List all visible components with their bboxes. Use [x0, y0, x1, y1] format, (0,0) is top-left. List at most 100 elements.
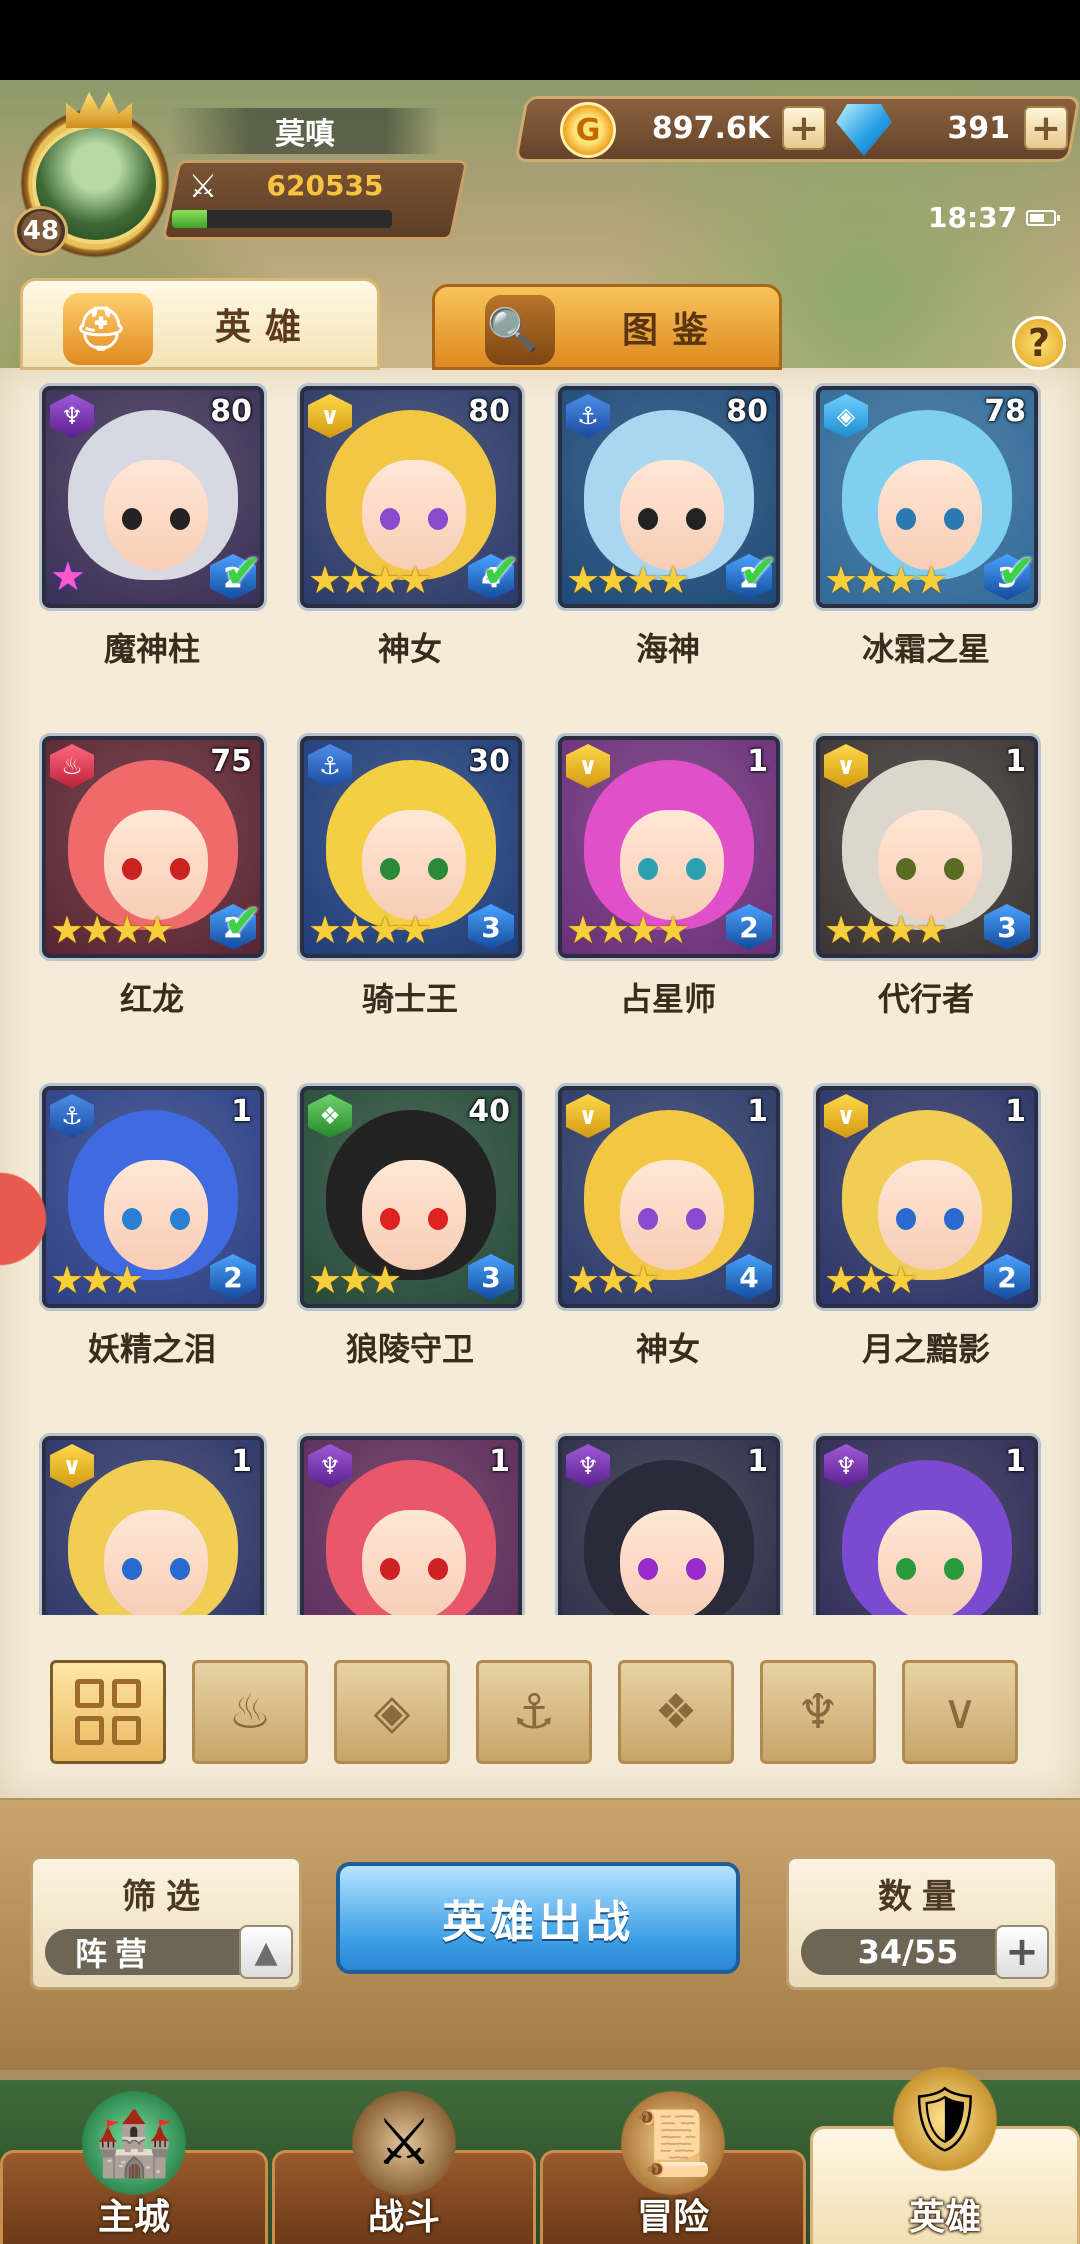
battery-icon [1026, 210, 1060, 226]
crossed-swords-icon: ⚔ [344, 2083, 464, 2203]
hero-eye [944, 508, 964, 530]
hero-level: 1 [1005, 1444, 1026, 1479]
hero-eye [122, 508, 142, 530]
hero-eye [428, 1558, 448, 1580]
nav-battle-label: 战斗 [367, 2197, 440, 2238]
system-status-bar [0, 0, 1080, 80]
hero-card[interactable]: ♆ 1 [816, 1436, 1038, 1615]
tab-heroes[interactable]: ⛑ 英雄 [20, 278, 380, 370]
faction-filter-anchor[interactable]: ⚓ [476, 1660, 592, 1764]
hero-card[interactable]: ∨ 1 ★★★ 4 [558, 1086, 780, 1308]
nav-adventure-label: 冒险 [636, 2197, 709, 2238]
faction-filter-ice[interactable]: ◈ [334, 1660, 450, 1764]
hero-card[interactable]: ❖ 40 ★★★ 3 [300, 1086, 522, 1308]
hero-name: 神女 [635, 1330, 700, 1368]
faction-filter-fire[interactable]: ♨ [192, 1660, 308, 1764]
filter-box: 筛选 阵营 ▲ [30, 1856, 302, 1990]
filter-title: 筛选 [122, 1877, 210, 1917]
hero-card[interactable]: ⚓ 80 ★★★★ 2 ✔ [558, 386, 780, 608]
star-rating-icon: ★★★ [308, 1258, 402, 1302]
hero-card[interactable]: ∨ 80 ★★★★ 4 ✔ [300, 386, 522, 608]
hero-card[interactable]: ∨ 1 ★★★★ 3 [816, 736, 1038, 958]
hero-level: 80 [468, 394, 510, 429]
deploy-heroes-button[interactable]: 英雄出战 [336, 1862, 740, 1974]
hero-face [104, 460, 208, 570]
light-faction-icon: ∨ [942, 1684, 978, 1740]
hero-face [362, 1510, 466, 1615]
player-name: 莫嗔 [170, 108, 440, 154]
hero-face [104, 810, 208, 920]
hero-eye [944, 1558, 964, 1580]
hero-name: 骑士王 [361, 980, 458, 1018]
chevron-up-icon[interactable]: ▲ [239, 1925, 293, 1979]
nav-adventure[interactable]: 📜 冒险 [540, 2083, 806, 2244]
nav-heroes-label: 英雄 [908, 2197, 981, 2238]
hero-name: 魔神柱 [103, 630, 200, 668]
hero-count: 34/55 [857, 1933, 959, 1971]
expand-capacity-button[interactable]: + [995, 1925, 1049, 1979]
faction-filter-light[interactable]: ∨ [902, 1660, 1018, 1764]
count-box: 数量 34/55 + [786, 1856, 1058, 1990]
hero-level: 40 [468, 1094, 510, 1129]
star-rating-icon: ★★★★ [824, 558, 948, 602]
hero-eye [686, 508, 706, 530]
hero-eye [170, 1208, 190, 1230]
faction-filter-row: ♨ ◈ ⚓ ❖ ♆ ∨ [50, 1660, 1040, 1770]
hero-eye [944, 858, 964, 880]
star-rating-icon: ★★★ [50, 1258, 144, 1302]
hero-card[interactable]: ♆ 1 [300, 1436, 522, 1615]
hero-card[interactable]: ⚓ 1 ★★★ 2 [42, 1086, 264, 1308]
hero-level: 80 [726, 394, 768, 429]
hero-eye [638, 1208, 658, 1230]
hero-eye [170, 858, 190, 880]
star-rating-icon: ★★★★ [308, 558, 432, 602]
filter-dropdown[interactable]: 阵营 ▲ [45, 1925, 293, 1979]
faction-filter-beast[interactable]: ❖ [618, 1660, 734, 1764]
hero-eye [896, 858, 916, 880]
star-rating-icon: ★★★ [824, 1258, 918, 1302]
nav-main-city[interactable]: 🏰 主城 [0, 2083, 268, 2244]
hero-face [878, 460, 982, 570]
hero-eye [380, 508, 400, 530]
hero-eye [896, 1558, 916, 1580]
hero-level: 1 [747, 1094, 768, 1129]
hero-level: 1 [1005, 744, 1026, 779]
clock: 18:37 [928, 201, 1018, 234]
grid-icon [75, 1679, 141, 1745]
faction-filter-dark[interactable]: ♆ [760, 1660, 876, 1764]
tab-codex-label: 图鉴 [621, 310, 722, 351]
rainbow-star-icon: ★ [50, 554, 86, 600]
hero-level: 1 [747, 744, 768, 779]
hero-face [620, 1510, 724, 1615]
help-button[interactable]: ? [1012, 316, 1066, 370]
hero-name: 代行者 [877, 980, 974, 1018]
tab-heroes-label: 英雄 [214, 307, 315, 348]
hero-name: 月之黯影 [861, 1330, 990, 1368]
nav-heroes[interactable]: 🛡 英雄 [810, 2059, 1080, 2244]
hero-face [104, 1510, 208, 1615]
hero-card[interactable]: ♆ 80 ★ 2 ✔ [42, 386, 264, 608]
faction-filter-all[interactable] [50, 1660, 166, 1764]
hero-card[interactable]: ♆ 1 [558, 1436, 780, 1615]
hero-name: 狼陵守卫 [345, 1330, 474, 1368]
side-flag-icon[interactable] [0, 1164, 52, 1274]
hero-eye [170, 1558, 190, 1580]
hero-eye [380, 1558, 400, 1580]
star-rating-icon: ★★★★ [566, 908, 690, 952]
hero-card[interactable]: ∨ 1 ★★★ 2 [816, 1086, 1038, 1308]
hero-level: 1 [1005, 1094, 1026, 1129]
add-gems-button[interactable]: + [1024, 106, 1068, 150]
hero-eye [122, 1208, 142, 1230]
hero-card[interactable]: ∨ 1 [42, 1436, 264, 1615]
hero-eye [638, 508, 658, 530]
hero-face [620, 810, 724, 920]
hero-card[interactable]: ∨ 1 ★★★★ 2 [558, 736, 780, 958]
hero-card[interactable]: ⚓ 30 ★★★★ 3 [300, 736, 522, 958]
hero-eye [380, 1208, 400, 1230]
hero-card[interactable]: ◈ 78 ★★★★ 3 ✔ [816, 386, 1038, 608]
add-gold-button[interactable]: + [782, 106, 826, 150]
hero-level: 1 [489, 1444, 510, 1479]
hero-card[interactable]: ♨ 75 ★★★★ 2 ✔ [42, 736, 264, 958]
tab-codex[interactable]: 🔍 图鉴 [432, 284, 782, 370]
nav-battle[interactable]: ⚔ 战斗 [272, 2083, 536, 2244]
